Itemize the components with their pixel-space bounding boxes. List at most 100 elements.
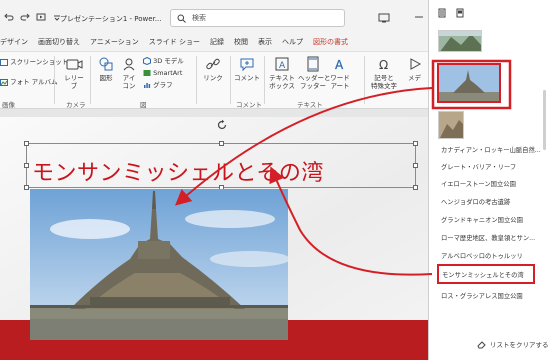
- presenter-coach-icon[interactable]: [378, 13, 390, 23]
- eraser-icon: [477, 340, 486, 348]
- shapes-icon: [99, 57, 113, 71]
- resize-handle[interactable]: [413, 141, 418, 146]
- cameo-button[interactable]: レリー ブ: [62, 56, 86, 90]
- search-box[interactable]: 検索: [170, 9, 345, 27]
- icons-button[interactable]: アイ コン: [119, 56, 139, 90]
- chart-icon: [144, 83, 151, 88]
- slides-icon: [438, 8, 446, 18]
- group-separator: [264, 56, 265, 104]
- link-label: リンク: [203, 74, 223, 82]
- slide-title[interactable]: モンサンミッシェルとその湾: [32, 155, 324, 187]
- undo-icon[interactable]: [2, 10, 16, 24]
- shapes-button[interactable]: 図形: [96, 56, 116, 82]
- selection-pane: カナディアン・ロッキー山脈自然... グレート・バリア・リーフ イエローストーン…: [428, 0, 550, 360]
- pane-scrollbar[interactable]: [543, 30, 547, 330]
- screenshot-label: スクリーンショット: [10, 58, 69, 66]
- chart-label: グラフ: [153, 81, 173, 89]
- media-icon: [410, 58, 422, 70]
- header-footer-button[interactable]: ヘッダーと フッター: [298, 56, 331, 90]
- group-separator: [90, 56, 91, 104]
- selection-list-item[interactable]: ローマ歴史地区、教皇領とサン...: [441, 229, 543, 246]
- pane-scrollbar-thumb[interactable]: [543, 90, 546, 150]
- clear-list-button[interactable]: リストをクリアする: [477, 339, 549, 349]
- shapes-label: 図形: [99, 74, 113, 82]
- svg-text:A: A: [279, 61, 286, 71]
- camera-icon: [66, 59, 83, 70]
- wordart-label: ワード アート: [330, 74, 350, 90]
- thumbnail-machu-picchu[interactable]: [438, 30, 482, 52]
- symbols-label: 記号と 特殊文字: [371, 74, 397, 90]
- search-placeholder: 検索: [192, 14, 206, 22]
- selection-list-item[interactable]: グレート・バリア・リーフ: [441, 158, 543, 175]
- tab-slideshow[interactable]: スライド ショー: [144, 37, 205, 47]
- tab-shape-format[interactable]: 図形の書式: [308, 37, 353, 47]
- slides-view-tab[interactable]: [435, 6, 449, 20]
- redo-icon[interactable]: [18, 10, 32, 24]
- textbox-icon: A: [275, 57, 289, 71]
- selection-list-item[interactable]: グランドキャニオン国立公園: [441, 211, 543, 228]
- tab-record[interactable]: 記録: [205, 37, 229, 47]
- notes-view-tab[interactable]: [453, 6, 467, 20]
- notes-icon: [456, 8, 464, 18]
- link-button[interactable]: リンク: [202, 56, 224, 82]
- svg-text:Ω: Ω: [379, 58, 388, 72]
- thumbnail-next-slide[interactable]: [438, 111, 464, 139]
- tab-transitions[interactable]: 画面切り替え: [33, 37, 85, 47]
- smartart-icon: [143, 70, 151, 76]
- icons-icon: [123, 58, 135, 71]
- slide[interactable]: モンサンミッシェルとその湾: [0, 117, 430, 360]
- wordart-button[interactable]: A ワード アート: [328, 56, 352, 90]
- comment-group-label: コメント: [236, 101, 262, 109]
- resize-handle[interactable]: [24, 141, 29, 146]
- media-label: メデ: [408, 74, 421, 82]
- slide-editor: モンサンミッシェルとその湾: [0, 109, 430, 360]
- tab-help[interactable]: ヘルプ: [277, 37, 308, 47]
- selection-list-item[interactable]: ヘンジョダロの考古遺跡: [441, 193, 543, 210]
- header-footer-label: ヘッダーと フッター: [298, 74, 331, 90]
- link-icon: [206, 58, 220, 70]
- 3d-models-button[interactable]: 3D モデル: [143, 56, 184, 66]
- comment-label: コメント: [234, 74, 260, 82]
- rotate-handle-icon[interactable]: [216, 119, 228, 131]
- resize-handle[interactable]: [24, 185, 29, 190]
- media-button[interactable]: メデ: [408, 56, 428, 82]
- wordart-icon: A: [335, 58, 344, 72]
- selection-list-item[interactable]: ロス・グラシアレス国立公園: [441, 287, 543, 304]
- comment-button[interactable]: コメント: [234, 56, 260, 82]
- symbols-button[interactable]: Ω 記号と 特殊文字: [369, 56, 399, 90]
- resize-handle[interactable]: [24, 163, 29, 168]
- smartart-label: SmartArt: [153, 69, 183, 77]
- photo-album-button[interactable]: フォト アルバム: [0, 78, 58, 86]
- thumbnail-mont-saint-michel[interactable]: [437, 63, 501, 103]
- cameo-label: レリー ブ: [64, 74, 84, 90]
- selection-list-item[interactable]: カナディアン・ロッキー山脈自然...: [441, 141, 543, 158]
- tab-review[interactable]: 校閲: [229, 37, 253, 47]
- tab-design[interactable]: デザイン: [0, 37, 33, 47]
- photo-album-icon: [0, 78, 8, 86]
- selection-list-item[interactable]: アルベロベッロのトゥルッリ: [441, 247, 543, 264]
- cube-icon: [143, 56, 151, 66]
- resize-handle[interactable]: [413, 163, 418, 168]
- illustrations-group-label: 図: [140, 101, 147, 109]
- tab-animations[interactable]: アニメーション: [85, 37, 144, 47]
- tab-view[interactable]: 表示: [253, 37, 277, 47]
- search-icon: [177, 14, 186, 23]
- resize-handle[interactable]: [219, 141, 224, 146]
- mont-saint-michel-photo[interactable]: [30, 189, 288, 340]
- chart-button[interactable]: グラフ: [143, 81, 173, 89]
- screenshot-button[interactable]: スクリーンショット: [0, 58, 68, 66]
- selection-list-item-selected[interactable]: モンサンミッシェルとその湾: [437, 264, 535, 284]
- comment-icon: [240, 58, 254, 72]
- clear-list-label: リストをクリアする: [490, 341, 549, 349]
- minimize-button[interactable]: [412, 11, 426, 23]
- ribbon-tabs: デザイン 画面切り替え アニメーション スライド ショー 記録 校閲 表示 ヘル…: [0, 33, 430, 51]
- selection-list-item[interactable]: イエローストーン国立公園: [441, 175, 543, 192]
- smartart-button[interactable]: SmartArt: [143, 69, 182, 77]
- svg-text:A: A: [335, 58, 344, 72]
- 3d-models-label: 3D モデル: [153, 57, 184, 65]
- group-separator: [54, 56, 55, 104]
- textbox-button[interactable]: A テキスト ボックス: [267, 56, 297, 90]
- icons-label: アイ コン: [122, 74, 136, 90]
- resize-handle[interactable]: [413, 185, 418, 190]
- present-icon[interactable]: [34, 10, 48, 24]
